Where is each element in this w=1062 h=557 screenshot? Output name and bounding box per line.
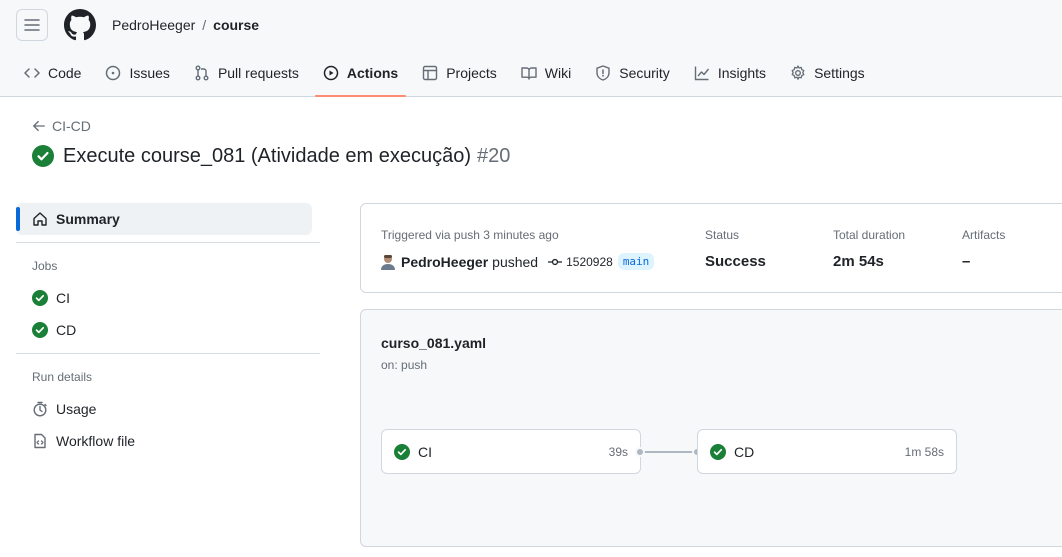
success-check-icon bbox=[32, 322, 48, 338]
artifacts-value: – bbox=[962, 253, 971, 270]
tab-label: Security bbox=[619, 65, 670, 81]
tab-label: Wiki bbox=[544, 65, 572, 81]
play-icon bbox=[323, 65, 339, 81]
job-duration: 39s bbox=[608, 444, 628, 459]
duration-info: Total duration 2m 54s bbox=[833, 228, 905, 270]
gear-icon bbox=[791, 65, 805, 80]
artifacts-label: Artifacts bbox=[962, 228, 1006, 242]
breadcrumb-separator: / bbox=[202, 17, 207, 33]
success-check-icon bbox=[710, 443, 726, 460]
commit-sha: 1520928 bbox=[566, 254, 613, 269]
sidebar-item-job-ci[interactable]: CI bbox=[16, 282, 320, 314]
duration-value: 2m 54s bbox=[833, 253, 884, 270]
status-label: Status bbox=[705, 228, 740, 242]
page-title: Execute course_081 (Atividade em execuçã… bbox=[32, 143, 510, 169]
graph-icon bbox=[694, 66, 709, 81]
table-icon bbox=[423, 65, 438, 81]
job-name: CI bbox=[418, 443, 432, 460]
connector-start-dot bbox=[635, 447, 645, 457]
tab-label: Pull requests bbox=[217, 65, 299, 81]
repo-name-link[interactable]: course bbox=[213, 17, 259, 33]
repo-header: PedroHeeger / course Code Issues Pull requ… bbox=[0, 0, 1062, 97]
sidebar-item-label: Usage bbox=[56, 401, 97, 417]
tab-label: Settings bbox=[814, 65, 865, 81]
run-title: Execute course_081 (Atividade em execuçã… bbox=[63, 145, 472, 167]
run-details-heading: Run details bbox=[32, 370, 93, 384]
status-value: Success bbox=[705, 253, 766, 270]
tab-projects[interactable]: Projects bbox=[414, 56, 505, 90]
sidebar-item-summary[interactable]: Summary bbox=[16, 203, 312, 235]
artifacts-info: Artifacts – bbox=[962, 228, 1005, 270]
trigger-details: PedroHeeger pushed 1520928 main bbox=[381, 253, 655, 270]
tab-insights[interactable]: Insights bbox=[686, 56, 774, 90]
tab-code[interactable]: Code bbox=[16, 56, 89, 90]
run-summary-panel: Triggered via push 3 minutes ago PedroHe… bbox=[360, 203, 1062, 293]
git-commit-icon bbox=[548, 258, 563, 265]
sidebar-item-usage[interactable]: Usage bbox=[16, 393, 320, 425]
success-check-icon bbox=[32, 290, 48, 306]
sidebar-item-label: Workflow file bbox=[56, 433, 136, 449]
commit-link[interactable]: 1520928 bbox=[548, 255, 613, 269]
sidebar-item-label: CD bbox=[56, 322, 77, 338]
file-code-icon bbox=[34, 433, 46, 449]
breadcrumb: PedroHeeger / course bbox=[112, 17, 259, 34]
sidebar-divider bbox=[16, 353, 320, 354]
success-check-icon bbox=[32, 145, 54, 167]
sidebar-item-job-cd[interactable]: CD bbox=[16, 314, 320, 346]
trigger-info: Triggered via push 3 minutes ago PedroHe… bbox=[381, 228, 655, 270]
menu-button[interactable] bbox=[16, 9, 48, 41]
tab-security[interactable]: Security bbox=[587, 56, 678, 90]
tab-wiki[interactable]: Wiki bbox=[513, 56, 579, 90]
job-card-cd[interactable]: CD 1m 58s bbox=[697, 429, 957, 474]
arrow-left-icon bbox=[33, 120, 45, 132]
sidebar-divider bbox=[16, 242, 320, 243]
sidebar-item-workflow-file[interactable]: Workflow file bbox=[16, 425, 320, 457]
run-number: #20 bbox=[477, 145, 511, 167]
github-logo-icon[interactable] bbox=[64, 9, 96, 41]
tab-label: Projects bbox=[446, 65, 497, 81]
tab-label: Issues bbox=[129, 65, 170, 81]
status-info: Status Success bbox=[705, 228, 766, 270]
workflow-graph-panel: curso_081.yaml on: push CI 39s CD 1m 58s bbox=[360, 309, 1062, 547]
job-duration: 1m 58s bbox=[904, 444, 944, 459]
repo-owner-link[interactable]: PedroHeeger bbox=[112, 17, 195, 33]
jobs-heading: Jobs bbox=[32, 259, 58, 273]
tab-label: Actions bbox=[346, 65, 399, 81]
tab-settings[interactable]: Settings bbox=[782, 56, 873, 90]
job-name: CD bbox=[734, 443, 755, 460]
pull-request-icon bbox=[195, 65, 209, 81]
sidebar-item-label: CI bbox=[56, 290, 70, 306]
workflow-trigger: on: push bbox=[381, 358, 428, 372]
tab-label: Code bbox=[48, 65, 82, 81]
tab-label: Insights bbox=[717, 65, 767, 81]
workflow-file-name[interactable]: curso_081.yaml bbox=[381, 335, 486, 351]
run-sidebar: Summary Jobs CI CD Run details Usage Wor… bbox=[16, 203, 320, 457]
job-card-ci[interactable]: CI 39s bbox=[381, 429, 641, 474]
trigger-label: Triggered via push 3 minutes ago bbox=[381, 228, 559, 242]
repo-tabs: Code Issues Pull requests Actions Projec… bbox=[16, 56, 881, 97]
success-check-icon bbox=[394, 443, 410, 460]
actor-link[interactable]: PedroHeeger bbox=[401, 254, 488, 270]
book-icon bbox=[521, 67, 537, 80]
code-icon bbox=[24, 68, 40, 78]
stopwatch-icon bbox=[33, 401, 47, 417]
sidebar-item-label: Summary bbox=[56, 211, 120, 227]
branch-badge[interactable]: main bbox=[617, 253, 655, 270]
tab-actions[interactable]: Actions bbox=[314, 56, 407, 97]
tab-issues[interactable]: Issues bbox=[97, 56, 177, 90]
issue-icon bbox=[106, 65, 121, 81]
back-link-label: CI-CD bbox=[52, 118, 91, 134]
tab-pull-requests[interactable]: Pull requests bbox=[186, 56, 307, 90]
back-to-workflow-link[interactable]: CI-CD bbox=[32, 118, 91, 134]
action-text: pushed bbox=[492, 253, 539, 270]
duration-label: Total duration bbox=[833, 228, 906, 242]
hamburger-icon bbox=[24, 19, 40, 31]
home-icon bbox=[33, 212, 47, 226]
avatar[interactable] bbox=[381, 254, 395, 270]
job-connector bbox=[640, 451, 698, 453]
shield-icon bbox=[596, 65, 610, 81]
